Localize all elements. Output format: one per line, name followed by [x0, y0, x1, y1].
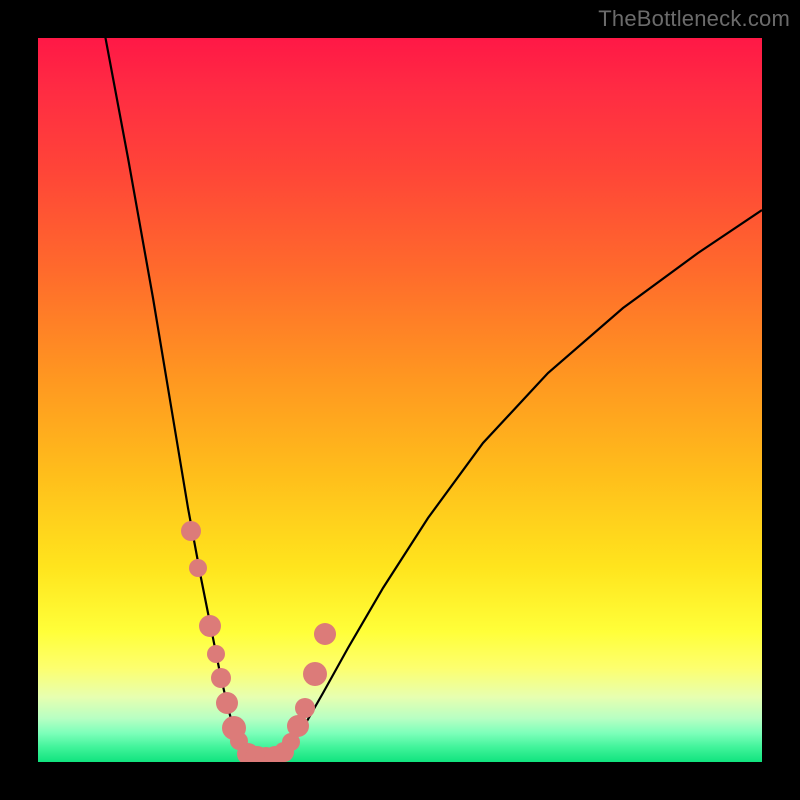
data-marker: [181, 521, 201, 541]
bottleneck-curve-right: [273, 210, 762, 758]
watermark-text: TheBottleneck.com: [598, 6, 790, 32]
data-marker: [295, 698, 315, 718]
data-marker: [287, 715, 309, 737]
data-marker: [207, 645, 225, 663]
data-marker: [216, 692, 238, 714]
bottleneck-curve-left: [98, 38, 253, 758]
chart-frame: TheBottleneck.com: [0, 0, 800, 800]
plot-area: [38, 38, 762, 762]
data-marker: [303, 662, 327, 686]
data-marker: [314, 623, 336, 645]
data-marker: [199, 615, 221, 637]
curve-svg: [38, 38, 762, 762]
marker-group: [181, 521, 336, 762]
data-marker: [189, 559, 207, 577]
data-marker: [211, 668, 231, 688]
